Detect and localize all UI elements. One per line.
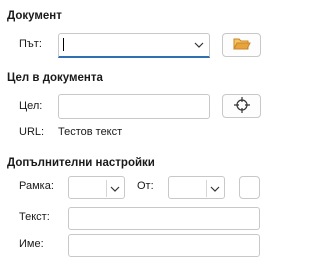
crosshair-icon <box>233 96 251 117</box>
events-button[interactable] <box>239 176 260 199</box>
name-label: Име: <box>19 238 44 250</box>
chevron-down-icon[interactable] <box>209 183 221 198</box>
path-combobox[interactable] <box>58 33 210 58</box>
path-label: Път: <box>19 38 42 50</box>
text-caret <box>63 38 64 51</box>
target-label: Цел: <box>19 100 43 112</box>
text-input[interactable] <box>68 207 260 230</box>
frame-combobox[interactable] <box>68 176 125 199</box>
target-input[interactable] <box>58 94 210 119</box>
frame-label: Рамка: <box>19 180 54 192</box>
form-label: От: <box>137 180 154 192</box>
target-in-document-button[interactable] <box>222 94 261 118</box>
chevron-down-icon[interactable] <box>109 183 121 198</box>
document-section-title: Документ <box>7 10 62 22</box>
further-settings-section-title: Допълнителни настройки <box>7 157 155 169</box>
combo-separator <box>206 180 207 197</box>
text-label: Текст: <box>19 211 50 223</box>
target-section-title: Цел в документа <box>7 72 103 84</box>
browse-button[interactable] <box>222 33 261 57</box>
folder-open-icon <box>232 37 251 54</box>
url-value: Тестов текст <box>58 126 123 138</box>
chevron-down-icon[interactable] <box>193 39 205 54</box>
url-label: URL: <box>19 126 45 138</box>
form-combobox[interactable] <box>168 176 225 199</box>
name-input[interactable] <box>68 234 260 257</box>
combo-separator <box>106 180 107 197</box>
